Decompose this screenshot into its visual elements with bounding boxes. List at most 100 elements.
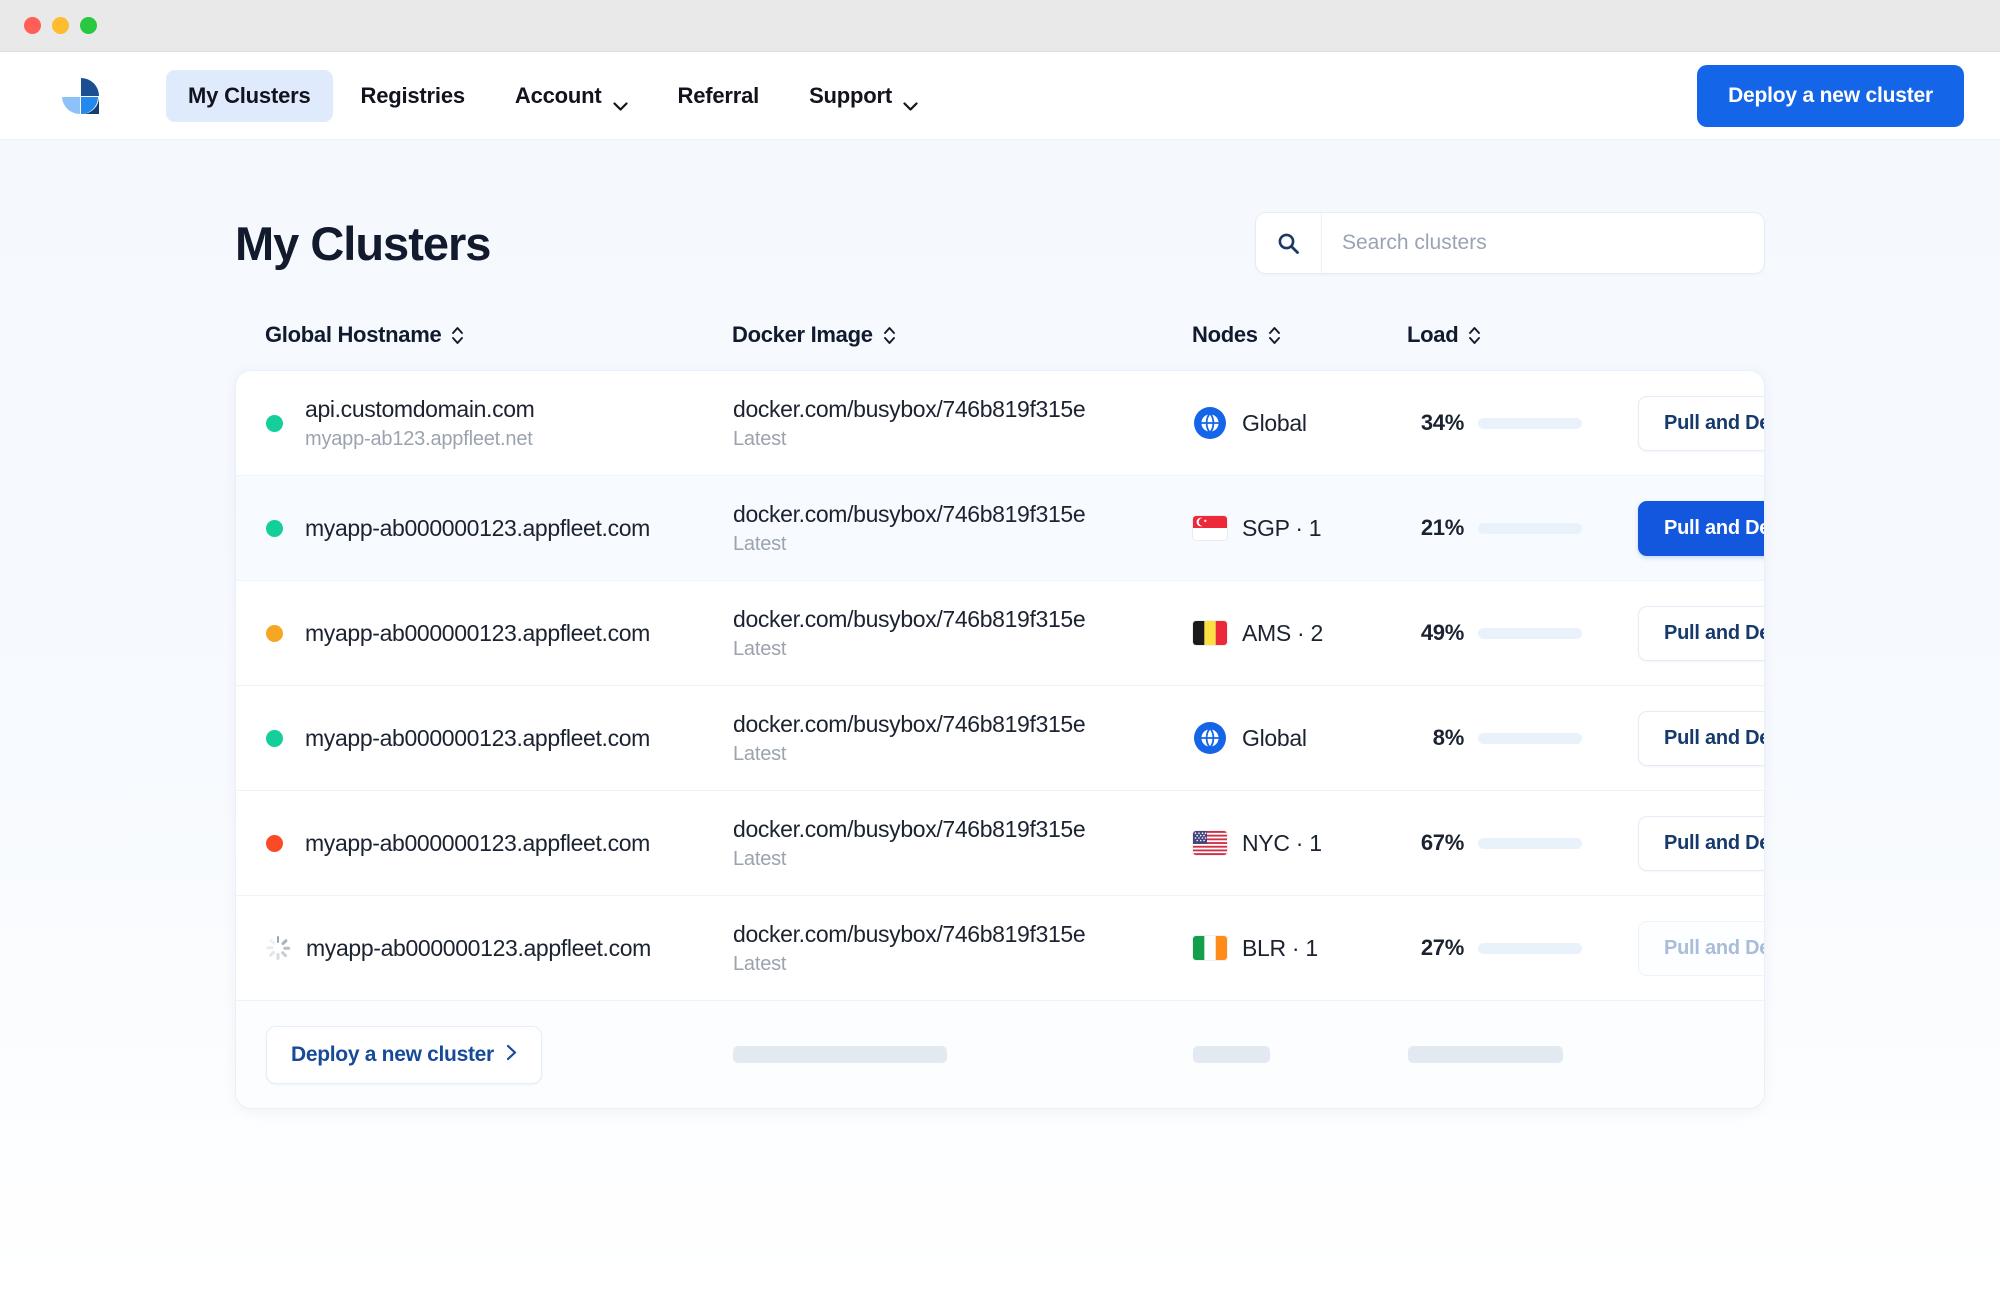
- pull-and-deploy-button[interactable]: Pull and Deploy: [1638, 921, 1765, 976]
- hostname-primary: myapp-ab000000123.appfleet.com: [305, 619, 650, 648]
- pull-and-deploy-button[interactable]: Pull and Deploy: [1638, 711, 1765, 766]
- deploy-new-cluster-button[interactable]: Deploy a new cluster: [1697, 65, 1964, 127]
- nav-label: Support: [809, 83, 892, 109]
- search-bar: [1255, 212, 1765, 274]
- sort-icon: [1468, 325, 1481, 346]
- cell-actions: Pull and Deploy: [1638, 606, 1765, 661]
- search-input[interactable]: [1322, 213, 1764, 273]
- docker-image-name: docker.com/busybox/746b819f315e: [733, 920, 1193, 949]
- page-body: My Clusters Global Hostname: [0, 140, 2000, 1292]
- pull-and-deploy-button[interactable]: Pull and Deploy: [1638, 396, 1765, 451]
- skeleton-bar: [733, 1046, 947, 1063]
- cell-hostname: myapp-ab000000123.appfleet.com: [266, 619, 733, 648]
- page-title: My Clusters: [235, 216, 490, 271]
- table-row[interactable]: api.customdomain.com myapp-ab123.appflee…: [236, 371, 1764, 476]
- node-group: BLR · 1: [1193, 935, 1408, 962]
- top-navigation: My Clusters Registries Account Referral …: [0, 52, 2000, 140]
- docker-image-tag: Latest: [733, 428, 1193, 451]
- maximize-button[interactable]: [80, 17, 97, 34]
- cell-docker-image: docker.com/busybox/746b819f315e Latest: [733, 500, 1193, 557]
- cell-load: 8%: [1408, 725, 1638, 751]
- cell-nodes: BLR · 1: [1193, 935, 1408, 962]
- node-label: NYC · 1: [1242, 830, 1322, 857]
- node-group: AMS · 2: [1193, 620, 1408, 647]
- close-button[interactable]: [24, 17, 41, 34]
- cell-hostname: myapp-ab000000123.appfleet.com: [266, 724, 733, 753]
- hostname-block: myapp-ab000000123.appfleet.com: [305, 829, 650, 858]
- docker-image-tag: Latest: [733, 743, 1193, 766]
- globe-icon: [1193, 721, 1227, 755]
- cell-actions: Pull and Deploy: [1638, 921, 1765, 976]
- window-titlebar: [0, 0, 2000, 52]
- column-header-load[interactable]: Load: [1407, 322, 1637, 348]
- table-footer-row: Deploy a new cluster: [236, 1001, 1764, 1108]
- pull-and-deploy-button[interactable]: Pull and Deploy: [1638, 816, 1765, 871]
- hostname-primary: myapp-ab000000123.appfleet.com: [306, 934, 651, 963]
- node-group: SGP · 1: [1193, 515, 1408, 542]
- cell-nodes: NYC · 1: [1193, 830, 1408, 857]
- page-inner: My Clusters Global Hostname: [95, 140, 1905, 1109]
- footer-action-cell: Deploy a new cluster: [266, 1026, 733, 1084]
- hostname-primary: api.customdomain.com: [305, 395, 535, 424]
- status-indicator-error: [266, 835, 283, 852]
- nav-item-support[interactable]: Support: [787, 70, 940, 122]
- column-header-nodes[interactable]: Nodes: [1192, 322, 1407, 348]
- load-bar-track: [1478, 523, 1582, 534]
- deploy-new-cluster-link[interactable]: Deploy a new cluster: [266, 1026, 542, 1084]
- hostname-block: myapp-ab000000123.appfleet.com: [306, 934, 651, 963]
- nav-label: Registries: [361, 83, 465, 109]
- nav-item-referral[interactable]: Referral: [656, 70, 782, 122]
- table-row[interactable]: myapp-ab000000123.appfleet.com docker.co…: [236, 581, 1764, 686]
- nav-item-registries[interactable]: Registries: [339, 70, 487, 122]
- node-group: NYC · 1: [1193, 830, 1408, 857]
- table-row[interactable]: myapp-ab000000123.appfleet.com docker.co…: [236, 896, 1764, 1001]
- loading-spinner-icon: [266, 936, 290, 960]
- globe-icon: [1193, 406, 1227, 440]
- docker-image-name: docker.com/busybox/746b819f315e: [733, 815, 1193, 844]
- cell-hostname: myapp-ab000000123.appfleet.com: [266, 934, 733, 963]
- load-group: 21%: [1408, 515, 1638, 541]
- load-bar-track: [1478, 733, 1582, 744]
- cell-hostname: api.customdomain.com myapp-ab123.appflee…: [266, 395, 733, 452]
- load-percent: 21%: [1408, 515, 1464, 541]
- hostname-secondary: myapp-ab123.appfleet.net: [305, 428, 535, 451]
- skeleton-bar: [1408, 1046, 1563, 1063]
- footer-placeholder-node: [1193, 1046, 1408, 1063]
- nav-item-my-clusters[interactable]: My Clusters: [166, 70, 333, 122]
- table-row[interactable]: myapp-ab000000123.appfleet.com docker.co…: [236, 476, 1764, 581]
- load-bar-track: [1478, 628, 1582, 639]
- appfleet-logo-icon[interactable]: [58, 72, 106, 120]
- load-bar-track: [1478, 943, 1582, 954]
- flag-usa-icon: [1193, 831, 1227, 855]
- cell-hostname: myapp-ab000000123.appfleet.com: [266, 829, 733, 858]
- cell-load: 21%: [1408, 515, 1638, 541]
- table-row[interactable]: myapp-ab000000123.appfleet.com docker.co…: [236, 791, 1764, 896]
- nav-label: Account: [515, 83, 602, 109]
- cell-actions: Pull and Deploy: [1638, 711, 1765, 766]
- column-header-global-hostname[interactable]: Global Hostname: [265, 322, 732, 348]
- column-label: Docker Image: [732, 322, 873, 348]
- load-percent: 27%: [1408, 935, 1464, 961]
- search-icon[interactable]: [1256, 213, 1322, 273]
- column-header-docker-image[interactable]: Docker Image: [732, 322, 1192, 348]
- node-label: BLR · 1: [1242, 935, 1318, 962]
- sort-icon: [883, 325, 896, 346]
- nav-links: My Clusters Registries Account Referral …: [166, 70, 940, 122]
- flag-singapore-icon: [1193, 516, 1227, 540]
- minimize-button[interactable]: [52, 17, 69, 34]
- hostname-block: api.customdomain.com myapp-ab123.appflee…: [305, 395, 535, 452]
- column-label: Global Hostname: [265, 322, 441, 348]
- table-header: Global Hostname Docker Image Nodes: [235, 322, 1765, 370]
- docker-image-name: docker.com/busybox/746b819f315e: [733, 395, 1193, 424]
- skeleton-bar: [1193, 1046, 1270, 1063]
- pull-and-deploy-button[interactable]: Pull and Deploy: [1638, 606, 1765, 661]
- table-row[interactable]: myapp-ab000000123.appfleet.com docker.co…: [236, 686, 1764, 791]
- cell-docker-image: docker.com/busybox/746b819f315e Latest: [733, 920, 1193, 977]
- pull-and-deploy-button[interactable]: Pull and Deploy: [1638, 501, 1765, 556]
- nav-item-account[interactable]: Account: [493, 70, 650, 122]
- cell-load: 34%: [1408, 410, 1638, 436]
- load-group: 34%: [1408, 410, 1638, 436]
- load-group: 8%: [1408, 725, 1638, 751]
- cell-actions: Pull and Deploy: [1638, 501, 1765, 556]
- node-label: Global: [1242, 410, 1307, 437]
